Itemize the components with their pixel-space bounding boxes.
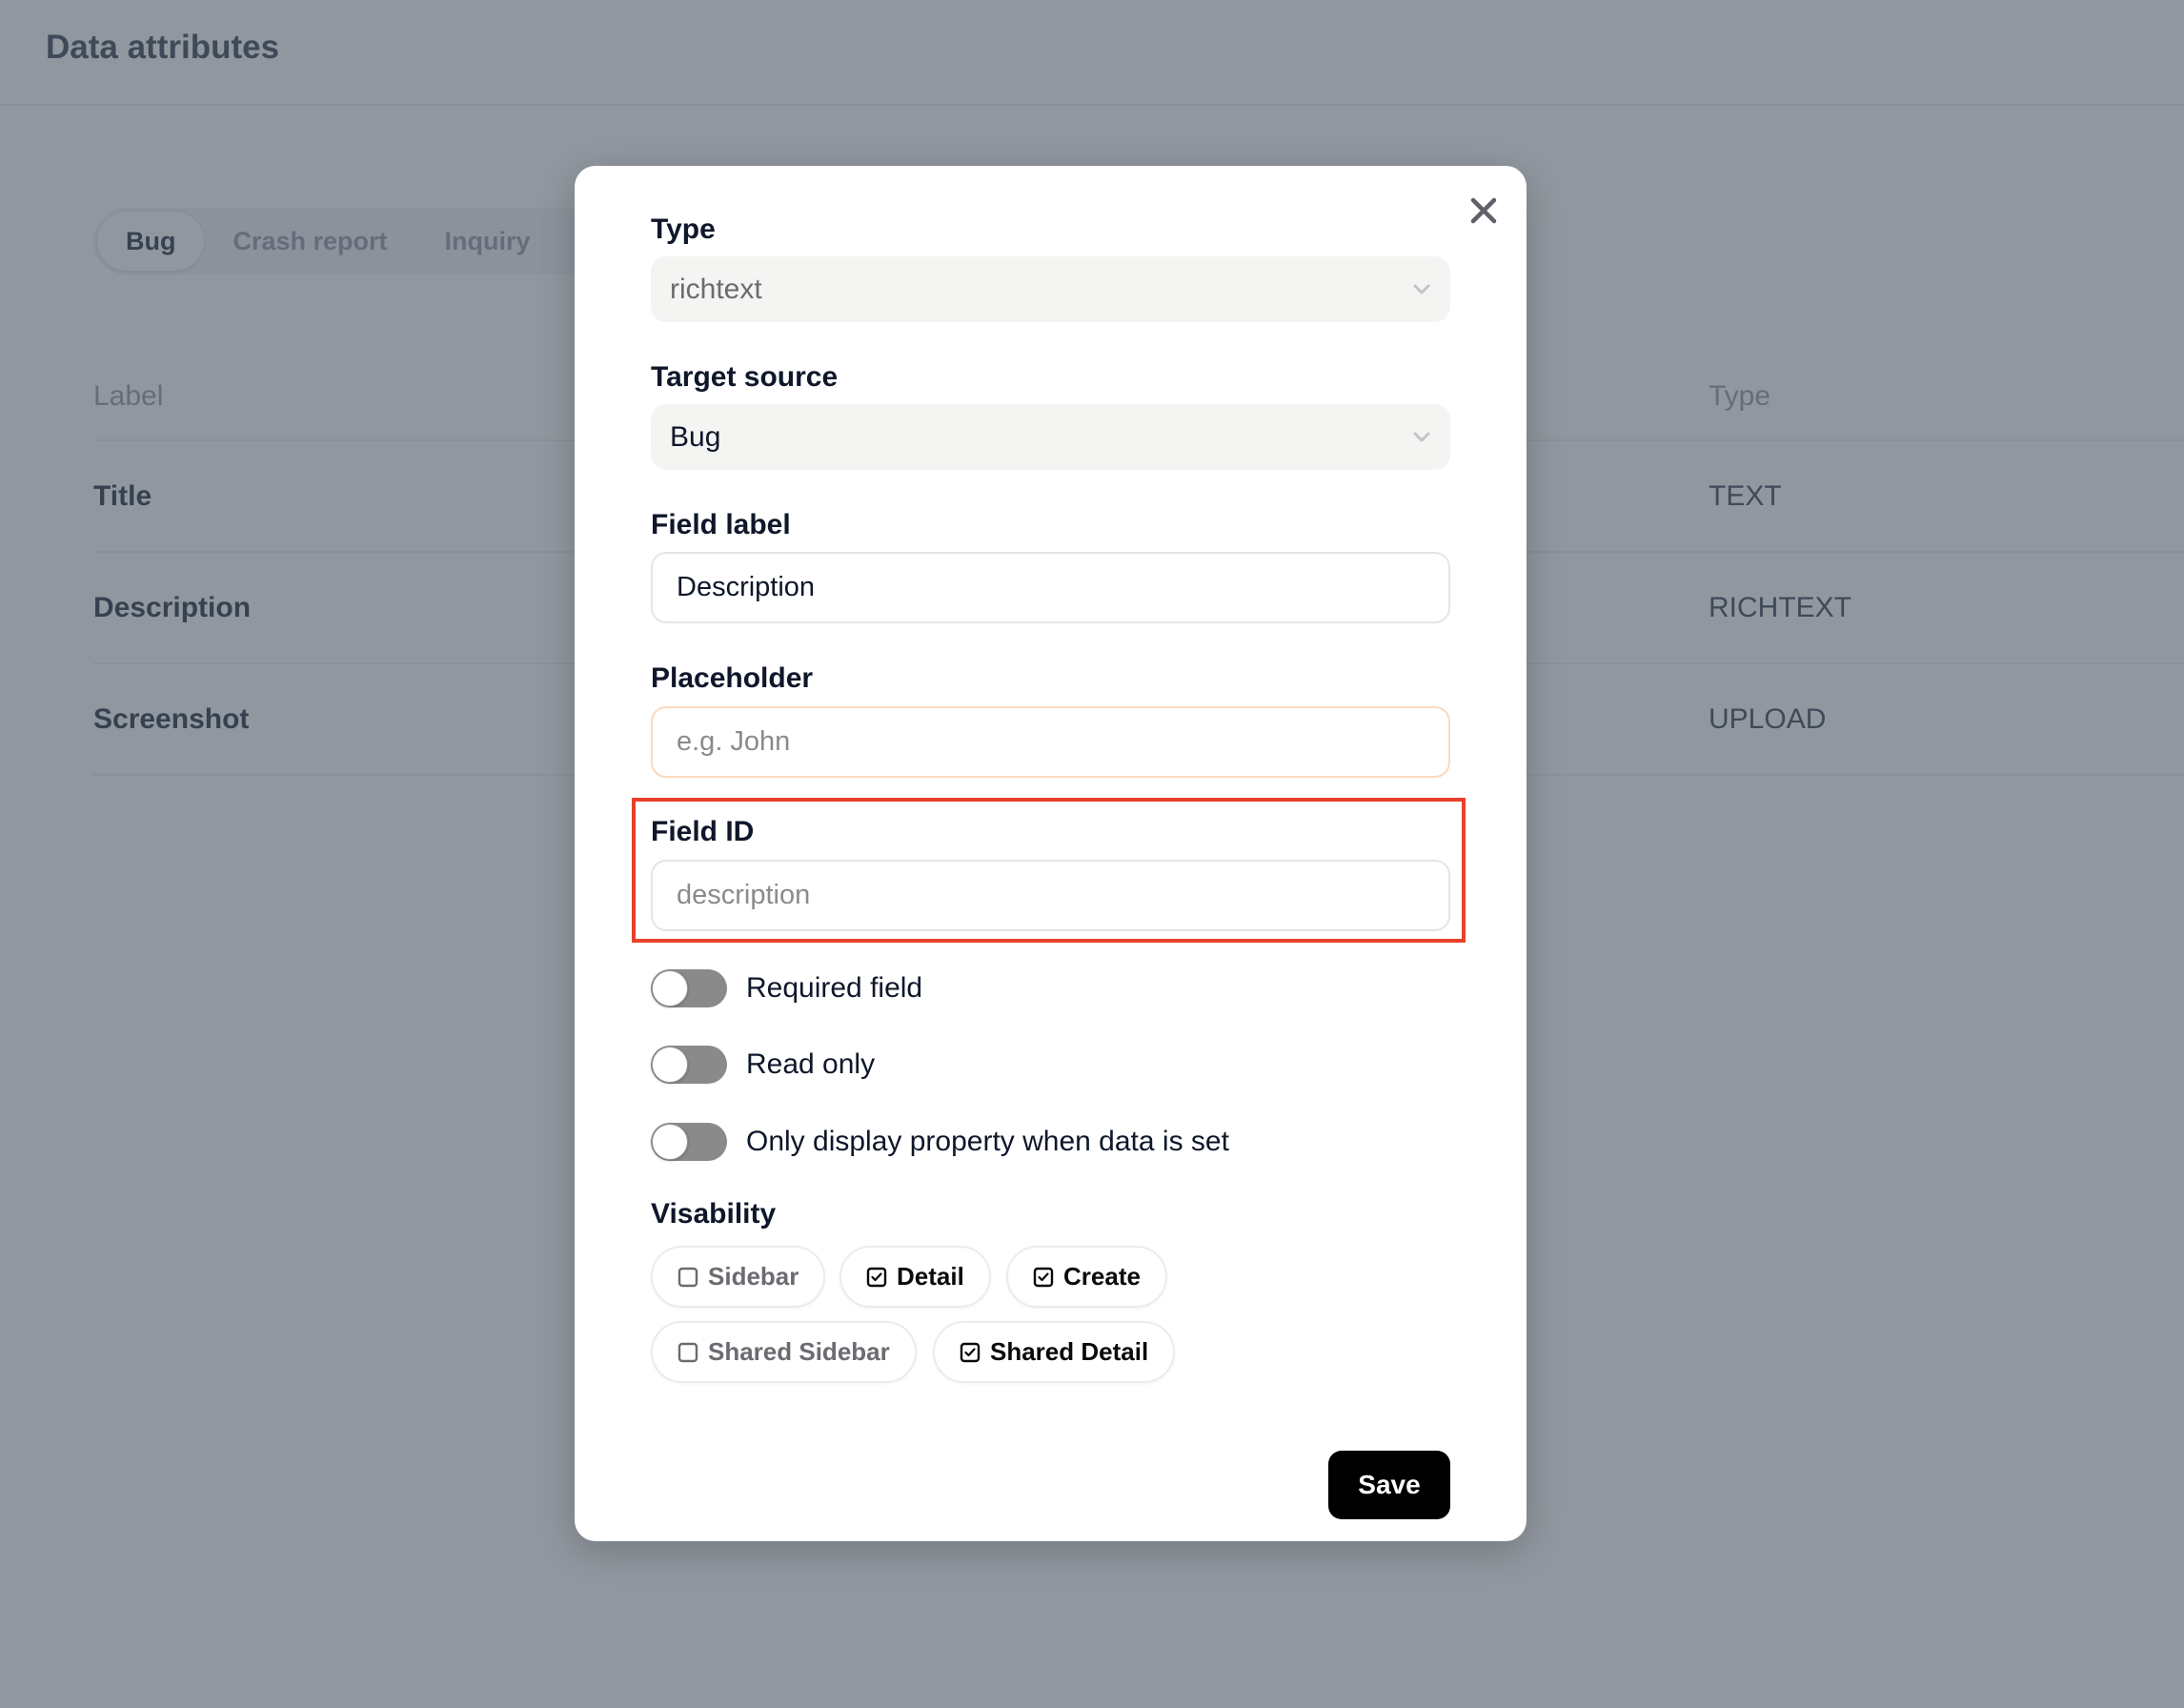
field-id-input[interactable]: description <box>651 860 1450 931</box>
visibility-chip-detail[interactable]: Detail <box>839 1246 991 1308</box>
visibility-label: Visability <box>651 1198 777 1230</box>
display-when-set-label: Only display property when data is set <box>746 1126 1229 1157</box>
chip-label: Create <box>1063 1262 1141 1291</box>
chevron-down-icon <box>1393 432 1450 443</box>
field-id-placeholder: description <box>677 880 811 910</box>
close-icon <box>1470 197 1497 224</box>
read-only-row: Read only <box>651 1046 875 1084</box>
display-when-set-toggle[interactable] <box>651 1123 727 1161</box>
read-only-label: Read only <box>746 1048 876 1080</box>
display-when-set-row: Only display property when data is set <box>651 1123 1229 1161</box>
type-select[interactable]: richtext <box>651 256 1450 322</box>
required-field-row: Required field <box>651 969 922 1007</box>
checkbox-checked-icon <box>1033 1267 1054 1288</box>
visibility-chip-sidebar[interactable]: Sidebar <box>651 1246 826 1308</box>
type-label: Type <box>651 214 716 245</box>
toggle-knob <box>652 970 688 1006</box>
field-label-value: Description <box>677 572 816 602</box>
chip-label: Shared Sidebar <box>708 1337 890 1366</box>
required-field-label: Required field <box>746 972 923 1004</box>
save-button[interactable]: Save <box>1328 1451 1450 1519</box>
required-field-toggle[interactable] <box>651 969 727 1007</box>
target-source-select[interactable]: Bug <box>651 404 1450 470</box>
toggle-knob <box>652 1124 688 1160</box>
checkbox-checked-icon <box>960 1342 981 1363</box>
chevron-down-icon <box>1393 284 1450 295</box>
visibility-chip-create[interactable]: Create <box>1006 1246 1167 1308</box>
field-id-label: Field ID <box>651 816 755 847</box>
chip-label: Sidebar <box>708 1262 799 1291</box>
visibility-chip-shared-detail[interactable]: Shared Detail <box>933 1321 1176 1383</box>
target-source-label: Target source <box>651 361 839 393</box>
placeholder-input[interactable]: e.g. John <box>651 706 1450 778</box>
close-button[interactable] <box>1466 193 1502 229</box>
target-source-value: Bug <box>670 420 721 453</box>
placeholder-label: Placeholder <box>651 662 814 694</box>
visibility-chip-shared-sidebar[interactable]: Shared Sidebar <box>651 1321 917 1383</box>
checkbox-empty-icon <box>677 1267 698 1288</box>
read-only-toggle[interactable] <box>651 1046 727 1084</box>
chip-label: Detail <box>897 1262 964 1291</box>
chip-label: Shared Detail <box>990 1337 1149 1366</box>
type-select-value: richtext <box>670 273 762 305</box>
checkbox-empty-icon <box>677 1342 698 1363</box>
checkbox-checked-icon <box>866 1267 887 1288</box>
toggle-knob <box>652 1047 688 1083</box>
placeholder-input-placeholder: e.g. John <box>677 726 791 757</box>
field-label-label: Field label <box>651 509 791 540</box>
field-label-input[interactable]: Description <box>651 552 1450 623</box>
